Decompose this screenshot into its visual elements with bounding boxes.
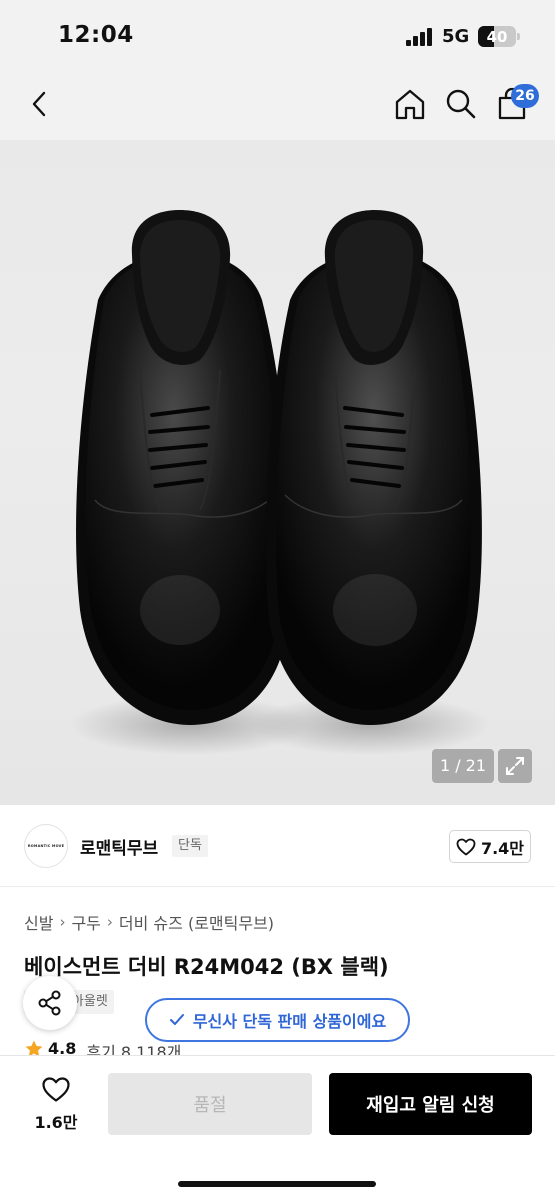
chevron-right-icon: › bbox=[106, 913, 113, 931]
check-icon bbox=[169, 1014, 184, 1025]
exclusive-toast: 무신사 단독 판매 상품이에요 bbox=[145, 998, 410, 1042]
network-type: 5G bbox=[442, 26, 470, 47]
brand-logo-text: ROMANTIC MOVE bbox=[27, 844, 65, 848]
home-button[interactable] bbox=[390, 84, 430, 124]
cart-count-badge: 26 bbox=[511, 84, 539, 108]
brand-row: ROMANTIC MOVE 로맨틱무브 단독 7.4만 bbox=[0, 805, 555, 887]
breadcrumb-item[interactable]: 구두 bbox=[71, 910, 100, 934]
brand-like-count: 7.4만 bbox=[480, 838, 525, 858]
battery-icon: 40 bbox=[478, 26, 520, 47]
chevron-right-icon: › bbox=[59, 913, 66, 931]
derby-shoes-illustration bbox=[70, 210, 490, 755]
breadcrumb-item[interactable]: 더비 슈즈 (로맨틱무브) bbox=[119, 910, 274, 934]
status-bar: 12:04 5G 40 bbox=[0, 0, 555, 70]
status-time: 12:04 bbox=[58, 22, 134, 48]
back-button[interactable] bbox=[20, 84, 60, 124]
product-title: 베이스먼트 더비 R24M042 (BX 블랙) bbox=[24, 955, 389, 979]
breadcrumb: 신발 › 구두 › 더비 슈즈 (로맨틱무브) bbox=[24, 910, 274, 934]
expand-icon bbox=[506, 757, 524, 775]
brand-logo[interactable]: ROMANTIC MOVE bbox=[24, 824, 68, 868]
brand-name[interactable]: 로맨틱무브 bbox=[80, 834, 158, 859]
wishlist-button[interactable]: 1.6만 bbox=[26, 1076, 86, 1133]
toast-text: 무신사 단독 판매 상품이에요 bbox=[192, 1012, 387, 1031]
search-icon bbox=[446, 89, 476, 119]
chevron-left-icon bbox=[32, 91, 46, 117]
home-icon bbox=[395, 89, 425, 120]
app-header bbox=[0, 70, 555, 140]
restock-alert-button[interactable]: 재입고 알림 신청 bbox=[329, 1073, 532, 1135]
exclusive-tag: 단독 bbox=[172, 835, 208, 857]
product-image[interactable] bbox=[0, 140, 555, 805]
heart-icon bbox=[456, 838, 476, 855]
brand-like-button[interactable]: 7.4만 bbox=[449, 830, 531, 863]
image-counter: 1 / 21 bbox=[432, 749, 494, 783]
share-button[interactable] bbox=[23, 976, 77, 1030]
breadcrumb-item[interactable]: 신발 bbox=[24, 910, 53, 934]
home-indicator bbox=[178, 1181, 376, 1187]
soldout-button[interactable]: 품절 bbox=[108, 1073, 312, 1135]
battery-level: 40 bbox=[486, 28, 508, 46]
share-icon bbox=[38, 990, 61, 1016]
wishlist-count: 1.6만 bbox=[34, 1113, 78, 1132]
heart-icon bbox=[42, 1077, 70, 1102]
cellular-signal-icon bbox=[406, 28, 434, 46]
bottom-action-bar: 1.6만 품절 재입고 알림 신청 bbox=[0, 1055, 555, 1200]
fullscreen-button[interactable] bbox=[498, 749, 532, 783]
search-button[interactable] bbox=[441, 84, 481, 124]
